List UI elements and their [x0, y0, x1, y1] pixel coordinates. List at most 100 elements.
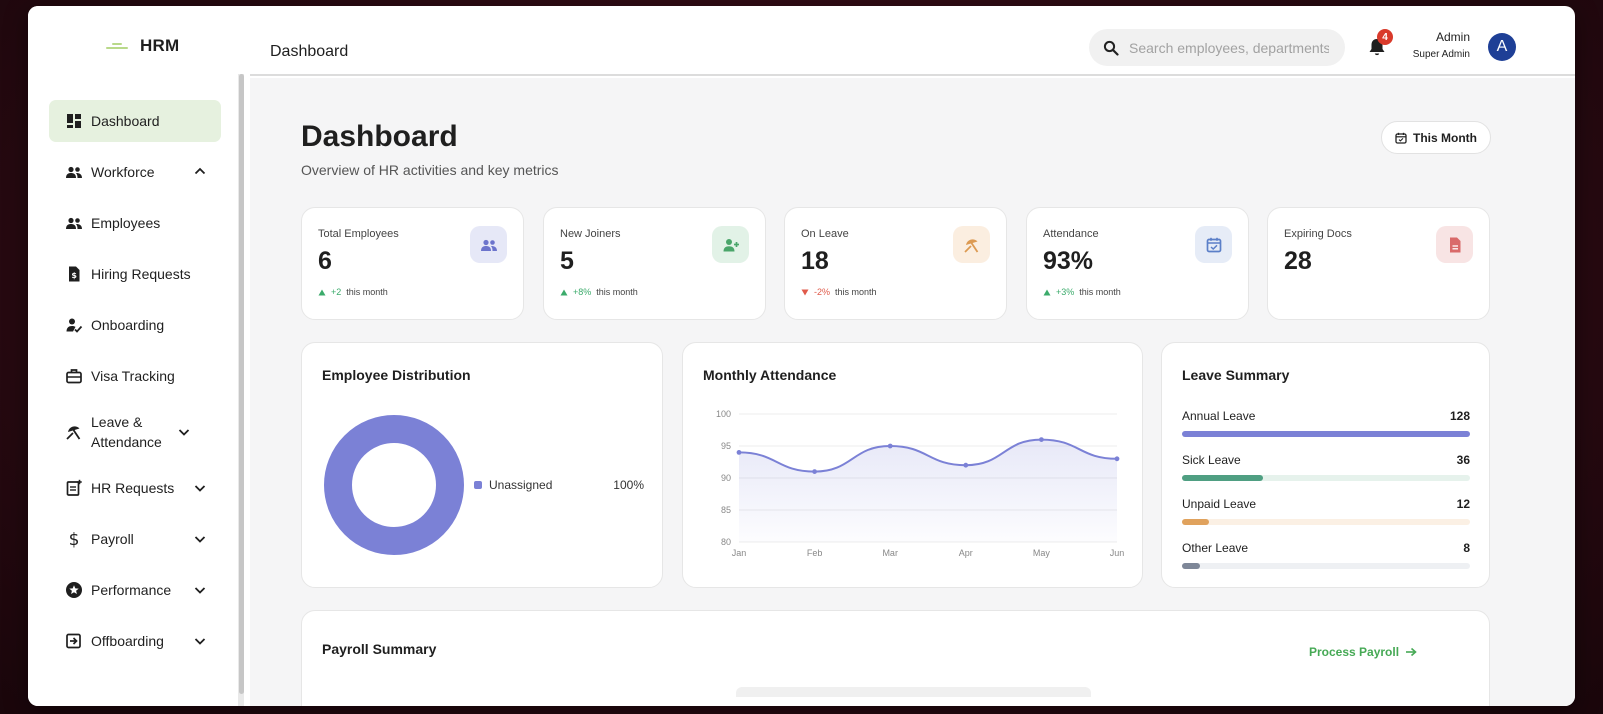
- avatar[interactable]: A: [1488, 33, 1516, 61]
- sidebar-item-hr-requests[interactable]: HR Requests: [49, 467, 221, 509]
- brand[interactable]: HRM: [106, 36, 179, 56]
- attendance-point[interactable]: [812, 469, 817, 474]
- stat-card-total-employees[interactable]: Total Employees 6 +2 this month: [301, 207, 524, 320]
- chevron-down-icon[interactable]: [193, 583, 207, 597]
- stat-value: 6: [318, 247, 332, 275]
- exit-icon: [64, 631, 84, 651]
- sidebar-item-offboarding[interactable]: Offboarding: [49, 620, 221, 662]
- trend-up-icon: [318, 289, 326, 295]
- sidebar-item-hiring-requests[interactable]: $ Hiring Requests: [49, 253, 221, 295]
- attendance-point[interactable]: [1114, 456, 1120, 462]
- trend-down-icon: [801, 289, 809, 295]
- briefcase-icon: [64, 366, 84, 386]
- sidebar-item-visa-tracking[interactable]: Visa Tracking: [49, 355, 221, 397]
- people-icon: [470, 226, 507, 263]
- stat-value: 93%: [1043, 247, 1094, 275]
- search-input[interactable]: [1129, 39, 1329, 56]
- distribution-donut-chart: [324, 415, 466, 555]
- sidebar-item-label: HR Requests: [91, 480, 175, 496]
- stat-value: 28: [1284, 247, 1312, 275]
- chevron-down-icon[interactable]: [193, 532, 207, 546]
- leave-row-sick-leave: Sick Leave 36: [1182, 453, 1470, 481]
- legend-swatch: [474, 481, 482, 489]
- donut-slice-unassigned[interactable]: [324, 415, 464, 555]
- leave-progress-track: [1182, 519, 1470, 525]
- leave-progress-fill: [1182, 519, 1209, 525]
- leave-row-unpaid-leave: Unpaid Leave 12: [1182, 497, 1470, 525]
- sidebar-item-label: Performance: [91, 582, 172, 598]
- y-tick-label: 100: [716, 409, 731, 419]
- stat-trend: +2 this month: [318, 287, 388, 297]
- chevron-down-icon[interactable]: [193, 481, 207, 495]
- sidebar-item-workforce[interactable]: Workforce: [49, 151, 221, 193]
- stat-card-new-joiners[interactable]: New Joiners 5 +8% this month: [543, 207, 766, 320]
- stat-period: this month: [835, 287, 877, 297]
- stat-period: this month: [346, 287, 388, 297]
- sidebar-item-performance[interactable]: Performance: [49, 569, 221, 611]
- attendance-point[interactable]: [887, 443, 893, 449]
- stat-value: 5: [560, 247, 574, 275]
- attendance-point[interactable]: [963, 462, 969, 468]
- leave-row-annual-leave: Annual Leave 128: [1182, 409, 1470, 437]
- stat-card-attendance[interactable]: Attendance 93% +3% this month: [1026, 207, 1249, 320]
- stat-delta: -2%: [814, 287, 831, 297]
- stat-trend: +3% this month: [1043, 287, 1121, 297]
- sidebar-scrollbar-thumb[interactable]: [239, 74, 244, 694]
- svg-text:$: $: [69, 530, 80, 548]
- sidebar-item-onboarding[interactable]: Onboarding: [49, 304, 221, 346]
- search-box[interactable]: [1089, 29, 1345, 66]
- x-tick-label: Feb: [807, 548, 823, 558]
- leave-type-label: Sick Leave: [1182, 453, 1241, 467]
- chevron-up-icon[interactable]: [193, 165, 207, 179]
- sidebar-item-leave-and-attendance[interactable]: Leave & Attendance: [49, 406, 221, 458]
- attendance-point[interactable]: [736, 450, 742, 455]
- user-name: Admin: [1435, 30, 1470, 44]
- attendance-point[interactable]: [1039, 437, 1044, 442]
- period-filter-button[interactable]: This Month: [1381, 121, 1491, 154]
- monthly-attendance-card: Monthly Attendance 80 85 90 95 100 Jan Feb Mar A…: [682, 342, 1143, 588]
- stat-card-on-leave[interactable]: On Leave 18 -2% this month: [784, 207, 1007, 320]
- y-tick-label: 90: [721, 473, 731, 483]
- employee-distribution-card: Employee Distribution Unassigned 100%: [301, 342, 663, 588]
- leave-progress-fill: [1182, 475, 1263, 481]
- brand-name: HRM: [140, 36, 180, 55]
- stat-label: On Leave: [801, 228, 849, 240]
- leave-summary-title: Leave Summary: [1182, 367, 1290, 383]
- attendance-line-chart: 80 85 90 95 100 Jan Feb Mar Apr May Jun: [716, 409, 1125, 558]
- brand-logo-icon: [106, 40, 128, 52]
- sidebar-item-dashboard[interactable]: Dashboard: [49, 100, 221, 142]
- x-tick-label: Jan: [732, 548, 747, 558]
- main-content: Dashboard Overview of HR activities and …: [250, 78, 1575, 706]
- stat-period: this month: [596, 287, 638, 297]
- sidebar-item-label: Visa Tracking: [91, 368, 175, 384]
- sidebar-item-label: Dashboard: [91, 113, 160, 129]
- leave-type-label: Other Leave: [1182, 541, 1249, 555]
- stat-card-expiring-docs[interactable]: Expiring Docs 28: [1267, 207, 1490, 320]
- sidebar-item-employees[interactable]: Employees: [49, 202, 221, 244]
- x-tick-label: Jun: [1110, 548, 1125, 558]
- payroll-title: Payroll Summary: [322, 641, 437, 657]
- stat-label: Expiring Docs: [1284, 228, 1352, 240]
- beach-umbrella-icon: [953, 226, 990, 263]
- stat-period: this month: [1079, 287, 1121, 297]
- sidebar-item-label: Leave & Attendance: [91, 414, 162, 450]
- sidebar-item-label: Onboarding: [91, 317, 165, 333]
- sidebar-item-payroll[interactable]: $ Payroll: [49, 518, 221, 560]
- chevron-down-icon[interactable]: [193, 634, 207, 648]
- chevron-down-icon[interactable]: [177, 425, 191, 439]
- stat-label: Attendance: [1043, 228, 1099, 240]
- sidebar-item-label: Payroll: [91, 531, 134, 547]
- legend-label: Unassigned: [489, 478, 553, 492]
- user-info[interactable]: Admin Super Admin: [1400, 29, 1470, 63]
- beach-umbrella-icon: [64, 422, 84, 442]
- svg-text:$: $: [71, 271, 77, 280]
- payroll-content-placeholder: [736, 687, 1091, 697]
- dollar-document-icon: $: [64, 264, 84, 284]
- process-payroll-link[interactable]: Process Payroll: [1309, 645, 1417, 659]
- x-tick-label: May: [1033, 548, 1051, 558]
- y-tick-label: 95: [721, 441, 731, 451]
- leave-progress-track: [1182, 431, 1470, 437]
- page-subtitle: Overview of HR activities and key metric…: [301, 162, 559, 178]
- y-tick-label: 85: [721, 505, 731, 515]
- leave-progress-fill: [1182, 431, 1470, 437]
